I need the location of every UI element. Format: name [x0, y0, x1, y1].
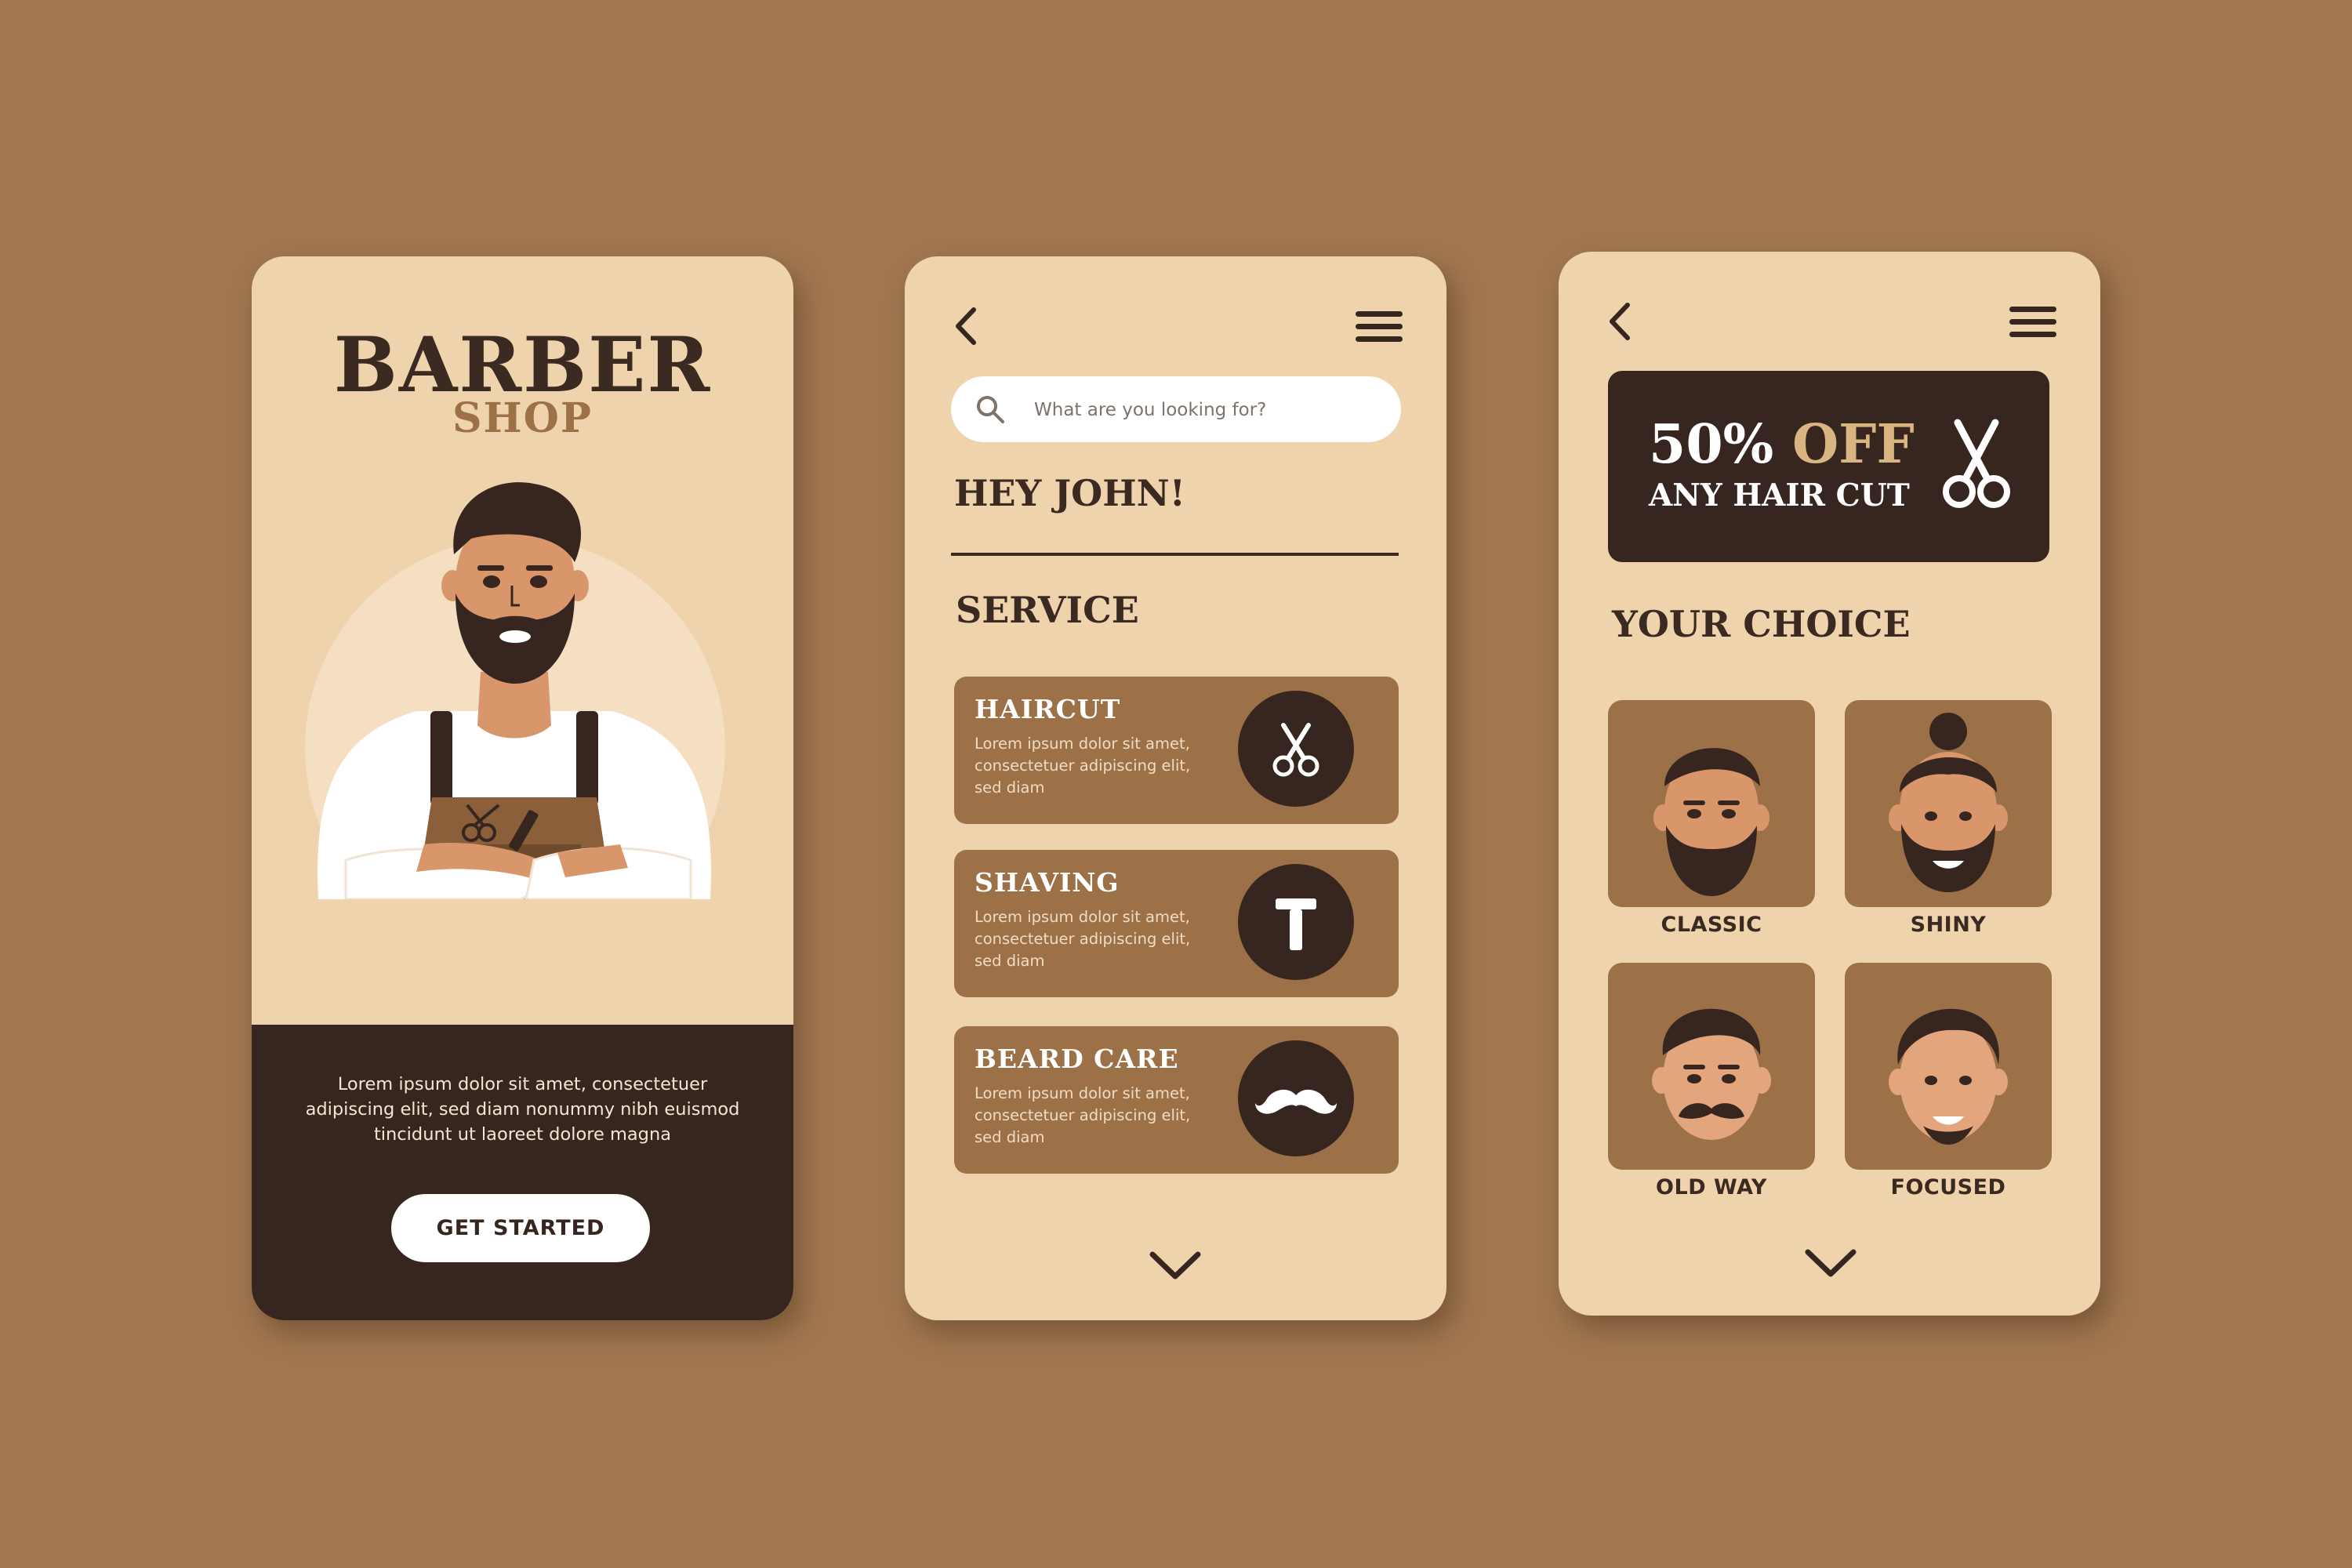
service-card-haircut[interactable]: HAIRCUT Lorem ipsum dolor sit amet, cons… [954, 677, 1399, 824]
scissors-icon [1943, 419, 2010, 508]
divider [951, 553, 1399, 556]
promo-off: OFF [1791, 413, 1915, 476]
mustache-icon [1238, 1040, 1354, 1156]
promo-percent: 50% [1649, 413, 1774, 476]
style-label-shiny: SHINY [1910, 913, 1987, 937]
services-screen: HEY JOHN! SERVICE HAIRCUT Lorem ipsum do… [905, 256, 1446, 1320]
promo-subtitle: ANY HAIR CUT [1649, 477, 1910, 514]
old-way-style-face-icon [1652, 1008, 1771, 1140]
welcome-screen: BARBER SHOP Lorem ipsum dolor sit amet, … [252, 256, 793, 1320]
classic-style-face-icon [1653, 748, 1769, 896]
app-subtitle: SHOP [452, 394, 593, 442]
service-card-shaving[interactable]: SHAVING Lorem ipsum dolor sit amet, cons… [954, 850, 1399, 997]
style-option-classic[interactable] [1608, 700, 1815, 907]
barber-illustration [305, 482, 725, 899]
search-bar [951, 376, 1401, 442]
service-section-title: SERVICE [956, 589, 1139, 631]
search-input[interactable] [1033, 387, 1381, 433]
service-description: Lorem ipsum dolor sit amet, consectetuer… [975, 735, 1191, 797]
style-label-old-way: OLD WAY [1656, 1175, 1767, 1200]
hamburger-menu-icon[interactable] [1354, 310, 1404, 344]
style-label-focused: FOCUSED [1890, 1175, 2006, 1200]
promo-headline: 50% OFF [1649, 413, 1915, 476]
razor-icon [1238, 864, 1354, 980]
style-option-focused[interactable] [1845, 963, 2052, 1170]
service-description: Lorem ipsum dolor sit amet, consectetuer… [975, 1084, 1191, 1146]
shiny-style-face-icon [1889, 713, 2008, 892]
promo-banner[interactable]: 50% OFF ANY HAIR CUT [1608, 371, 2049, 562]
service-name: SHAVING [975, 867, 1120, 898]
back-arrow-icon[interactable] [950, 305, 982, 347]
choice-screen: 50% OFF ANY HAIR CUT YOUR CHOICE CLASSIC [1559, 252, 2100, 1316]
service-card-beard-care[interactable]: BEARD CARE Lorem ipsum dolor sit amet, c… [954, 1026, 1399, 1174]
chevron-down-icon[interactable] [1803, 1246, 1858, 1280]
greeting-heading: HEY JOHN! [954, 472, 1185, 514]
choice-section-title: YOUR CHOICE [1612, 603, 1911, 645]
chevron-down-icon[interactable] [1148, 1248, 1203, 1283]
scissors-icon [1238, 691, 1354, 807]
hamburger-menu-icon[interactable] [2008, 305, 2058, 339]
back-arrow-icon[interactable] [1604, 300, 1635, 343]
style-option-shiny[interactable] [1845, 700, 2052, 907]
intro-panel [252, 1025, 793, 1320]
get-started-button[interactable]: GET STARTED [391, 1194, 650, 1262]
style-option-old-way[interactable] [1608, 963, 1815, 1170]
focused-style-face-icon [1889, 1008, 2008, 1145]
search-icon [977, 396, 1004, 423]
style-label-classic: CLASSIC [1661, 913, 1762, 937]
service-name: BEARD CARE [975, 1044, 1179, 1074]
service-name: HAIRCUT [975, 694, 1121, 724]
intro-description: Lorem ipsum dolor sit amet, consectetuer… [305, 1074, 740, 1145]
service-description: Lorem ipsum dolor sit amet, consectetuer… [975, 908, 1191, 970]
